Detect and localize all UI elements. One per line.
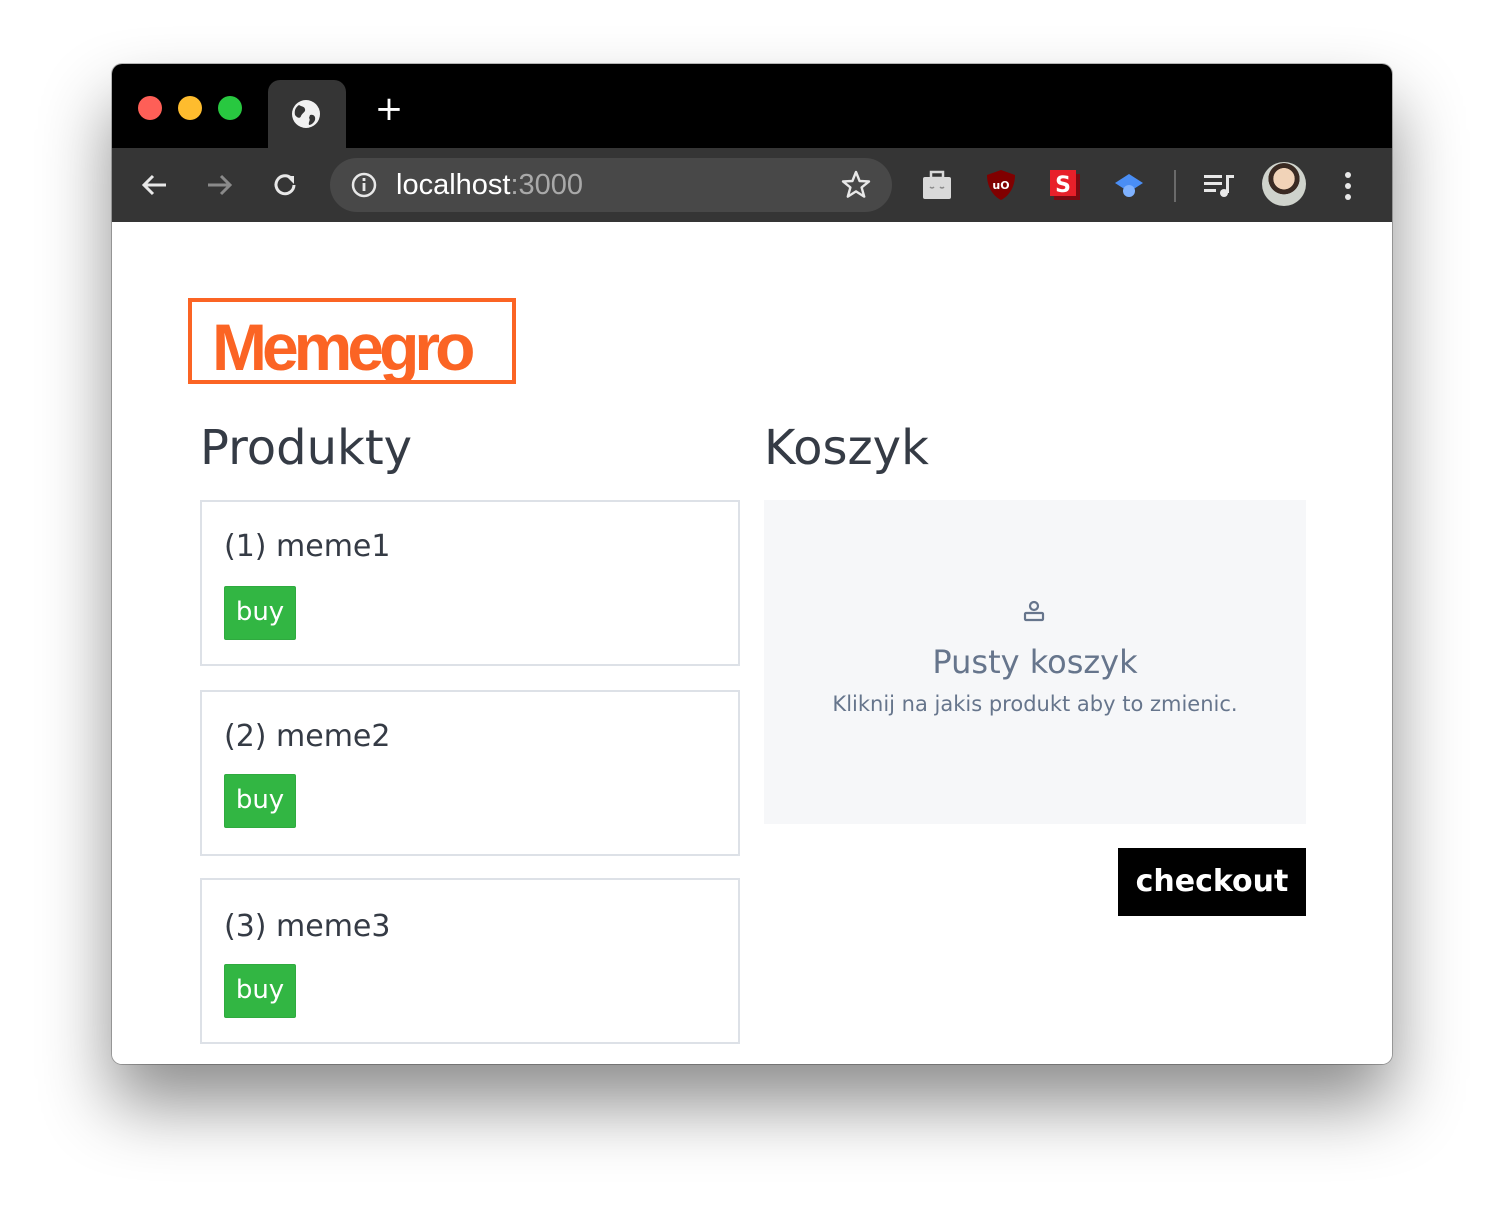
page-content: Memegro Produkty Koszyk (1) meme1 buy (2…: [112, 222, 1392, 1064]
empty-cart-subtitle: Kliknij na jakis produkt aby to zmienic.: [832, 692, 1238, 716]
address-bar[interactable]: localhost:3000: [330, 158, 892, 212]
product-name: (3) meme3: [224, 909, 391, 944]
minimize-window-button[interactable]: [178, 96, 202, 120]
browser-window: + localhost:3000 uO S Memegro Produkty K…: [112, 64, 1392, 1064]
product-name: (2) meme2: [224, 719, 391, 754]
new-tab-button[interactable]: +: [374, 92, 404, 126]
menu-dots-icon[interactable]: [1338, 170, 1358, 202]
info-icon[interactable]: [350, 171, 378, 199]
profile-avatar[interactable]: [1262, 162, 1306, 206]
s-extension-icon[interactable]: S: [1048, 168, 1082, 202]
globe-icon: [292, 100, 320, 128]
forward-arrow-icon[interactable]: [204, 170, 234, 200]
product-card: (1) meme1 buy: [200, 500, 740, 666]
back-arrow-icon[interactable]: [140, 170, 170, 200]
user-icon: [1023, 600, 1045, 622]
reload-icon[interactable]: [270, 170, 300, 200]
bookmark-star-icon[interactable]: [840, 169, 872, 201]
svg-text:uO: uO: [992, 179, 1009, 192]
cart-empty-panel: Pusty koszyk Kliknij na jakis produkt ab…: [764, 500, 1306, 824]
product-card: (3) meme3 buy: [200, 878, 740, 1044]
logo-text: Memegro: [212, 310, 475, 384]
buy-button[interactable]: buy: [224, 964, 296, 1018]
buy-button[interactable]: buy: [224, 774, 296, 828]
product-card: (2) meme2 buy: [200, 690, 740, 856]
graduation-cap-icon[interactable]: [1112, 168, 1146, 202]
title-bar: +: [112, 64, 1392, 148]
playlist-icon[interactable]: [1202, 168, 1236, 202]
toolbar-separator: [1174, 170, 1176, 202]
product-name: (1) meme1: [224, 529, 391, 564]
url-text: localhost:3000: [396, 169, 584, 201]
svg-text:S: S: [1055, 173, 1071, 198]
browser-tab[interactable]: [268, 80, 346, 148]
browser-toolbar: localhost:3000 uO S: [112, 148, 1392, 222]
maximize-window-button[interactable]: [218, 96, 242, 120]
products-title: Produkty: [200, 420, 413, 476]
checkout-button[interactable]: checkout: [1118, 848, 1306, 916]
empty-cart-title: Pusty koszyk: [932, 643, 1138, 681]
briefcase-icon[interactable]: [920, 168, 954, 202]
logo[interactable]: Memegro: [188, 298, 516, 384]
buy-button[interactable]: buy: [224, 586, 296, 640]
cart-title: Koszyk: [764, 420, 929, 476]
ublock-icon[interactable]: uO: [984, 168, 1018, 202]
close-window-button[interactable]: [138, 96, 162, 120]
